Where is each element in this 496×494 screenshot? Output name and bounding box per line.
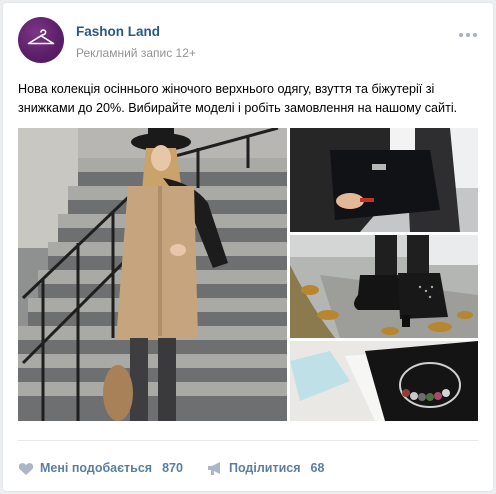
more-dot	[466, 33, 470, 37]
hanger-icon	[27, 29, 55, 45]
share-count: 68	[310, 461, 325, 475]
heart-icon	[18, 460, 34, 476]
more-options-button[interactable]	[457, 29, 479, 41]
avatar[interactable]	[18, 17, 64, 63]
post-actions: Мені подобається 870 Поділитися 68	[18, 457, 348, 479]
like-button[interactable]: Мені подобається 870	[18, 460, 183, 476]
ankle-boots-photo[interactable]	[290, 235, 478, 338]
ad-post-card: Fashon Land Рекламний запис 12+ Нова кол…	[2, 2, 494, 492]
more-dots-icon	[459, 33, 463, 37]
like-label: Мені подобається	[40, 461, 153, 475]
like-count: 870	[162, 461, 183, 475]
bracelet-in-box-photo[interactable]	[290, 341, 478, 421]
more-dot	[473, 33, 477, 37]
woman-in-beige-coat-photo[interactable]	[18, 128, 287, 421]
share-label: Поділитися	[228, 461, 301, 475]
ad-label: Рекламний запис 12+	[76, 46, 196, 60]
author-name[interactable]: Fashon Land	[76, 24, 160, 39]
black-clutch-bag-photo[interactable]	[290, 128, 478, 232]
photo-gallery	[18, 128, 478, 421]
megaphone-icon	[207, 460, 223, 476]
post-header: Fashon Land Рекламний запис 12+	[18, 17, 481, 65]
share-button[interactable]: Поділитися 68	[207, 460, 324, 476]
post-text: Нова колекція осіннього жіночого верхньо…	[18, 82, 458, 115]
divider	[18, 440, 478, 441]
